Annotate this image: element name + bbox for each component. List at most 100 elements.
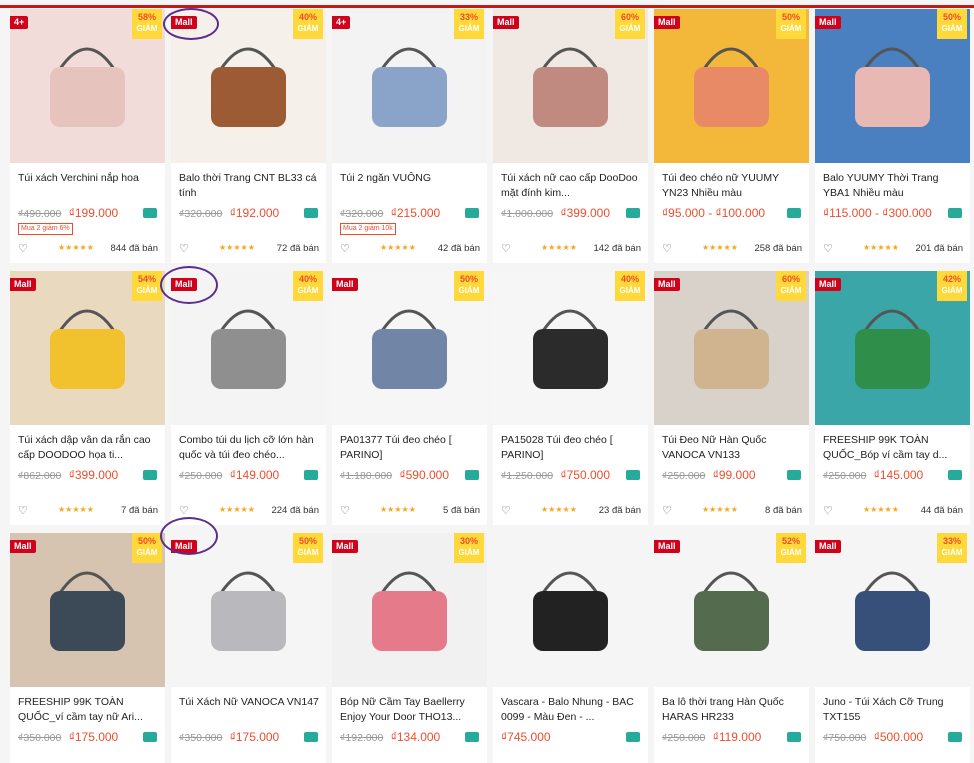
original-price: ₫350.000 (179, 732, 223, 744)
mall-badge: Mall (654, 16, 680, 29)
product-image[interactable]: Mall 50% GIẢM (654, 9, 809, 163)
product-image[interactable]: 4+ 33% GIẢM (332, 9, 487, 163)
product-title[interactable]: Túi Xách Nữ VANOCA VN147 (179, 695, 319, 725)
product-image[interactable] (493, 533, 648, 687)
mall-badge: 4+ (10, 16, 29, 29)
product-title[interactable]: Túi xách dập vân da rắn cao cấp DOODOO h… (18, 433, 158, 463)
product-card[interactable]: Mall 42% GIẢM FREESHIP 99K TOÀN QUỐC_Bóp … (815, 271, 970, 525)
heart-icon[interactable]: ♡ (18, 242, 28, 255)
product-card[interactable]: Mall 50% GIẢM Túi Xách Nữ VANOCA VN147 ₫3… (171, 533, 326, 763)
discount-label: GIẢM (780, 548, 802, 557)
discount-label: GIẢM (941, 24, 963, 33)
product-title[interactable]: Túi xách nữ cao cấp DooDoo mặt đính kim.… (501, 171, 641, 201)
rating-stars: ★★★★★ (863, 505, 899, 514)
promo-tag: Mua 2 giảm 10k (340, 223, 396, 235)
heart-icon[interactable]: ♡ (501, 504, 511, 517)
product-card[interactable]: Mall 52% GIẢM Ba lô thời trang Hàn Quốc H… (654, 533, 809, 763)
product-image[interactable]: Mall 54% GIẢM (10, 271, 165, 425)
product-title[interactable]: FREESHIP 99K TOÀN QUỐC_ví cầm tay nữ Ari… (18, 695, 158, 725)
freeship-icon (304, 732, 318, 742)
heart-icon[interactable]: ♡ (340, 242, 350, 255)
product-image[interactable]: 40% GIẢM (493, 271, 648, 425)
product-card[interactable]: Mall 40% GIẢM Combo túi du lịch cỡ lớn hà… (171, 271, 326, 525)
discount-badge: 42% GIẢM (937, 271, 967, 301)
product-image[interactable]: 4+ 58% GIẢM (10, 9, 165, 163)
heart-icon[interactable]: ♡ (823, 504, 833, 517)
heart-icon[interactable]: ♡ (662, 504, 672, 517)
heart-icon[interactable]: ♡ (340, 504, 350, 517)
card-footer: ♡ ★★★★★ 5 đã bán (340, 504, 480, 518)
product-title[interactable]: Túi đeo chéo nữ YUUMY YN23 Nhiều màu (662, 171, 802, 201)
sold-count: 844 đã bán (110, 243, 158, 254)
sold-count: 44 đã bán (920, 505, 963, 516)
product-image[interactable]: Mall 50% GIẢM (815, 9, 970, 163)
rating-stars: ★★★★★ (380, 505, 416, 514)
heart-icon[interactable]: ♡ (179, 504, 189, 517)
heart-icon[interactable]: ♡ (179, 242, 189, 255)
product-title[interactable]: Bóp Nữ Cầm Tay Baellerry Enjoy Your Door… (340, 695, 480, 725)
product-card[interactable]: 40% GIẢM PA15028 Túi đeo chéo [ PARINO] ₫… (493, 271, 648, 525)
product-card[interactable]: Mall 50% GIẢM FREESHIP 99K TOÀN QUỐC_ví c… (10, 533, 165, 763)
product-title[interactable]: Ba lô thời trang Hàn Quốc HARAS HR233 (662, 695, 802, 725)
mall-badge: Mall (815, 16, 841, 29)
product-card[interactable]: Mall 54% GIẢM Túi xách dập vân da rắn cao… (10, 271, 165, 525)
product-card[interactable]: Mall 40% GIẢM Balo thời Trang CNT BL33 cá… (171, 9, 326, 263)
product-title[interactable]: Túi xách Verchini nắp hoa (18, 171, 158, 201)
sold-count: 7 đã bán (121, 505, 158, 516)
discount-badge: 52% GIẢM (776, 533, 806, 563)
discount-badge: 40% GIẢM (293, 9, 323, 39)
product-card[interactable]: Vascara - Balo Nhung - BAC 0099 - Màu Đe… (493, 533, 648, 763)
freeship-icon (304, 208, 318, 218)
product-card[interactable]: 4+ 33% GIẢM Túi 2 ngăn VUÔNG ₫320.000 ₫21… (332, 9, 487, 263)
product-card[interactable]: Mall 50% GIẢM Balo YUUMY Thời Trang YBA1 … (815, 9, 970, 263)
product-image[interactable]: Mall 60% GIẢM (654, 271, 809, 425)
freeship-icon (787, 470, 801, 480)
heart-icon[interactable]: ♡ (18, 504, 28, 517)
product-card[interactable]: Mall 30% GIẢM Bóp Nữ Cầm Tay Baellerry En… (332, 533, 487, 763)
product-card[interactable]: Mall 50% GIẢM PA01377 Túi đeo chéo [ PARI… (332, 271, 487, 525)
product-image[interactable]: Mall 30% GIẢM (332, 533, 487, 687)
product-image[interactable]: Mall 42% GIẢM (815, 271, 970, 425)
sale-price: ₫95.000 - ₫100.000 (662, 206, 766, 220)
sale-price: ₫134.000 (390, 730, 441, 744)
product-title[interactable]: Combo túi du lịch cỡ lớn hàn quốc và túi… (179, 433, 319, 463)
product-title[interactable]: PA15028 Túi đeo chéo [ PARINO] (501, 433, 641, 463)
product-title[interactable]: Túi Đeo Nữ Hàn Quốc VANOCA VN133 (662, 433, 802, 463)
discount-label: GIẢM (780, 286, 802, 295)
freeship-icon (143, 470, 157, 480)
product-image[interactable]: Mall 50% GIẢM (332, 271, 487, 425)
highlight-circle (160, 517, 218, 555)
heart-icon[interactable]: ♡ (662, 242, 672, 255)
product-title[interactable]: PA01377 Túi đeo chéo [ PARINO] (340, 433, 480, 463)
price-row: ₫750.000 ₫500.000 (823, 730, 923, 744)
product-title[interactable]: Vascara - Balo Nhung - BAC 0099 - Màu Đe… (501, 695, 641, 725)
freeship-icon (465, 732, 479, 742)
discount-label: GIẢM (941, 548, 963, 557)
rating-stars: ★★★★★ (219, 243, 255, 252)
heart-icon[interactable]: ♡ (501, 242, 511, 255)
discount-value: 50% (459, 274, 478, 284)
product-card[interactable]: 4+ 58% GIẢM Túi xách Verchini nắp hoa ₫49… (10, 9, 165, 263)
product-card[interactable]: Mall 60% GIẢM Túi Đeo Nữ Hàn Quốc VANOCA … (654, 271, 809, 525)
card-footer: ♡ ★★★★★ 142 đã bán (501, 242, 641, 256)
rating-stars: ★★★★★ (380, 243, 416, 252)
product-image[interactable]: Mall 50% GIẢM (171, 533, 326, 687)
product-title[interactable]: FREESHIP 99K TOÀN QUỐC_Bóp ví cầm tay d.… (823, 433, 963, 463)
original-price: ₫250.000 (823, 470, 867, 482)
product-image[interactable]: Mall 60% GIẢM (493, 9, 648, 163)
product-image[interactable]: Mall 33% GIẢM (815, 533, 970, 687)
product-card[interactable]: Mall 50% GIẢM Túi đeo chéo nữ YUUMY YN23 … (654, 9, 809, 263)
product-title[interactable]: Túi 2 ngăn VUÔNG (340, 171, 480, 201)
product-title[interactable]: Juno - Túi Xách Cỡ Trung TXT155 (823, 695, 963, 725)
sold-count: 42 đã bán (437, 243, 480, 254)
discount-value: 30% (459, 536, 478, 546)
product-card[interactable]: Mall 33% GIẢM Juno - Túi Xách Cỡ Trung TX… (815, 533, 970, 763)
product-image[interactable]: Mall 52% GIẢM (654, 533, 809, 687)
product-image[interactable]: Mall 50% GIẢM (10, 533, 165, 687)
product-title[interactable]: Balo thời Trang CNT BL33 cá tính (179, 171, 319, 201)
heart-icon[interactable]: ♡ (823, 242, 833, 255)
rating-stars: ★★★★★ (58, 505, 94, 514)
product-title[interactable]: Balo YUUMY Thời Trang YBA1 Nhiều màu (823, 171, 963, 201)
sale-price: ₫115.000 - ₫300.000 (823, 206, 932, 220)
product-card[interactable]: Mall 60% GIẢM Túi xách nữ cao cấp DooDoo … (493, 9, 648, 263)
